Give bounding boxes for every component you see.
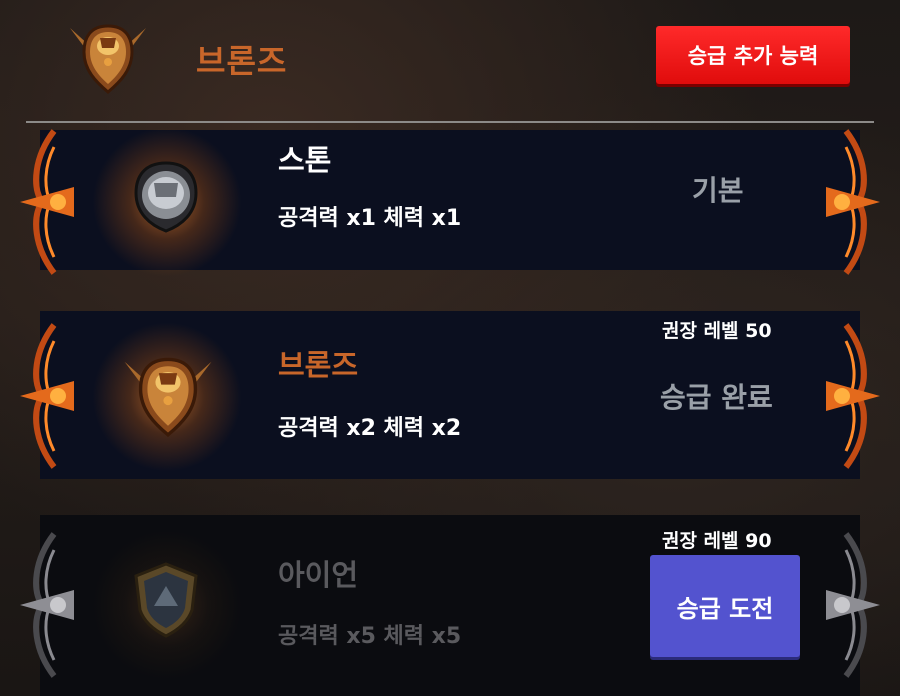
stone-badge-icon — [134, 161, 198, 233]
bronze-emblem-icon — [70, 24, 146, 94]
bronze-ornament-right-icon — [826, 129, 880, 275]
header: 브론즈 승급 추가 능력 — [0, 0, 900, 120]
silver-ornament-right-icon — [826, 532, 880, 678]
tier-stats: 공격력 x1 체력 x1 — [278, 206, 462, 231]
page-title: 브론즈 — [196, 42, 288, 80]
silver-ornament-left-icon — [20, 532, 74, 678]
tier-stats: 공격력 x2 체력 x2 — [278, 416, 462, 441]
tier-name: 브론즈 — [278, 348, 359, 382]
tier-name: 스톤 — [278, 143, 332, 177]
tier-stats: 공격력 x5 체력 x5 — [278, 624, 462, 649]
divider — [26, 121, 874, 123]
bronze-ornament-left-icon — [20, 129, 74, 275]
bronze-ornament-right-icon — [826, 323, 880, 469]
tier-row-bronze: 권장 레벨 50 브론즈 공격력 x2 체력 x2 승급 완료 — [0, 308, 900, 486]
bronze-badge-icon — [124, 357, 212, 438]
tier-status: 기본 — [692, 174, 744, 207]
promotion-bonus-button[interactable]: 승급 추가 능력 — [656, 26, 850, 84]
bronze-ornament-left-icon — [20, 323, 74, 469]
tier-status: 승급 완료 — [660, 381, 773, 414]
recommended-level: 권장 레벨 90 — [662, 530, 772, 552]
tier-name: 아이언 — [278, 558, 359, 592]
iron-badge-icon — [134, 562, 198, 638]
promotion-challenge-button[interactable]: 승급 도전 — [650, 555, 800, 657]
recommended-level: 권장 레벨 50 — [662, 320, 772, 342]
tier-row-stone: 스톤 공격력 x1 체력 x1 기본 — [0, 127, 900, 277]
